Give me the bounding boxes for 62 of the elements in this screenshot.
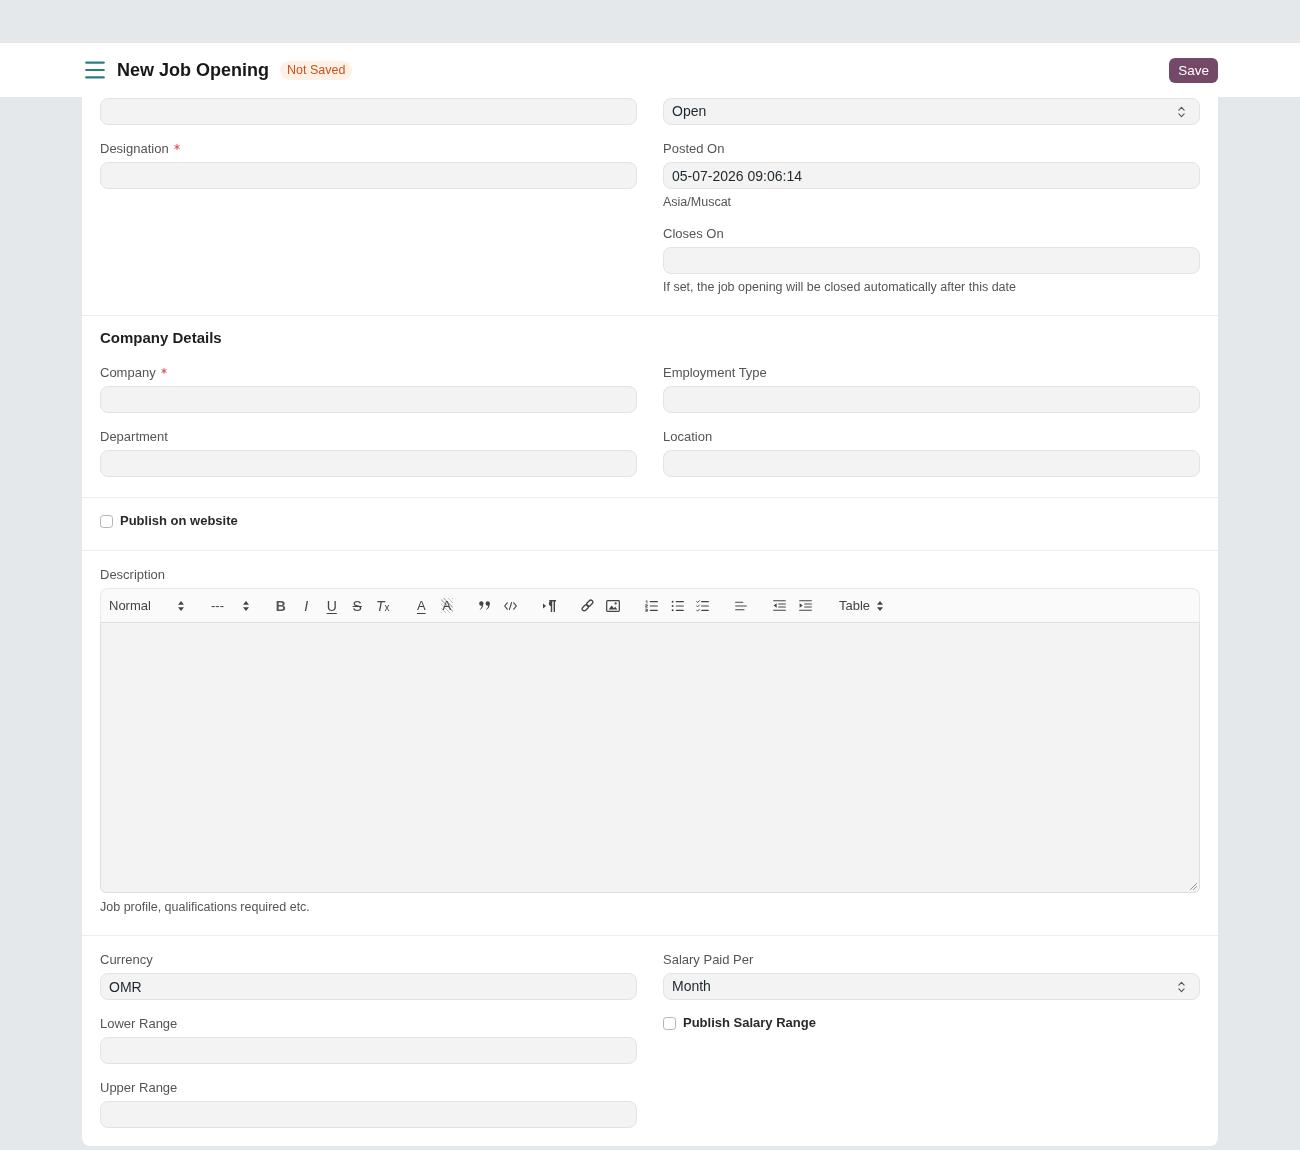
- field-label: Designation: [100, 141, 169, 157]
- field-label: Company: [100, 365, 156, 381]
- field-label: Closes On: [663, 226, 724, 242]
- updown-arrow-icon: [178, 600, 184, 611]
- checklist-icon: [696, 599, 710, 612]
- text-field[interactable]: [100, 1037, 637, 1064]
- field-label: Department: [100, 429, 168, 445]
- text-field[interactable]: [100, 450, 637, 477]
- save-button[interactable]: Save: [1169, 57, 1218, 83]
- select-field[interactable]: Month: [663, 973, 1200, 1000]
- help-text: If set, the job opening will be closed automatically after this date: [663, 279, 1017, 295]
- checkbox[interactable]: [100, 514, 113, 528]
- status-badge: Not Saved: [280, 60, 353, 80]
- chevron-updown-icon: [1178, 105, 1185, 118]
- text-field[interactable]: [663, 386, 1200, 413]
- field-label: Salary Paid Per: [663, 952, 754, 968]
- field-label: Employment Type: [663, 365, 767, 381]
- text-field[interactable]: [100, 1101, 637, 1128]
- field-label: Description: [100, 567, 166, 583]
- field-label: Currency: [100, 952, 153, 968]
- size-picker[interactable]: ---: [203, 593, 255, 618]
- checkbox-label: Publish Salary Range: [683, 1015, 816, 1031]
- field-label: Upper Range: [100, 1080, 178, 1096]
- text-field[interactable]: [100, 98, 637, 125]
- code-icon: [504, 601, 518, 610]
- checkbox[interactable]: [663, 1016, 676, 1030]
- image-icon: [606, 599, 621, 612]
- resize-grip-icon: [1190, 883, 1197, 890]
- select-field[interactable]: Open: [663, 98, 1200, 125]
- outdent-icon: [773, 600, 787, 611]
- table-picker[interactable]: Table: [831, 593, 887, 618]
- indent-icon: [798, 600, 812, 611]
- text-field[interactable]: [663, 450, 1200, 477]
- bold-button[interactable]: B: [268, 593, 294, 618]
- chevron-updown-icon: [1178, 980, 1185, 993]
- underline-button[interactable]: U: [319, 593, 345, 618]
- text-field[interactable]: [663, 247, 1200, 274]
- chain-link-icon: [581, 599, 595, 612]
- checkbox-label: Publish on website: [120, 513, 238, 529]
- quote-icon: [479, 601, 492, 610]
- updown-arrow-icon: [877, 600, 883, 611]
- text-field[interactable]: OMR: [100, 973, 637, 1000]
- updown-arrow-icon: [243, 600, 249, 611]
- field-label: Posted On: [663, 141, 725, 157]
- field-label: Location: [663, 429, 713, 445]
- page-title: New Job Opening: [117, 59, 269, 82]
- text-field[interactable]: 05-07-2026 09:06:14: [663, 162, 1200, 189]
- field-label: Lower Range: [100, 1016, 178, 1032]
- pilcrow-icon: [542, 599, 556, 612]
- heading-picker[interactable]: Normal: [101, 593, 190, 618]
- text-color-button[interactable]: A: [408, 593, 434, 618]
- menu-icon[interactable]: [85, 61, 105, 79]
- text-field[interactable]: [100, 386, 637, 413]
- help-text: Job profile, qualifications required etc.: [100, 899, 311, 915]
- numbered-list-icon: [645, 599, 659, 612]
- section-title: Company Details: [100, 328, 223, 348]
- align-left-icon: [735, 600, 748, 611]
- help-text: Asia/Muscat: [663, 194, 733, 210]
- italic-button[interactable]: I: [293, 593, 319, 618]
- strikethrough-button[interactable]: S: [344, 593, 370, 618]
- text-field[interactable]: [100, 162, 637, 189]
- bullet-list-icon: [670, 599, 684, 612]
